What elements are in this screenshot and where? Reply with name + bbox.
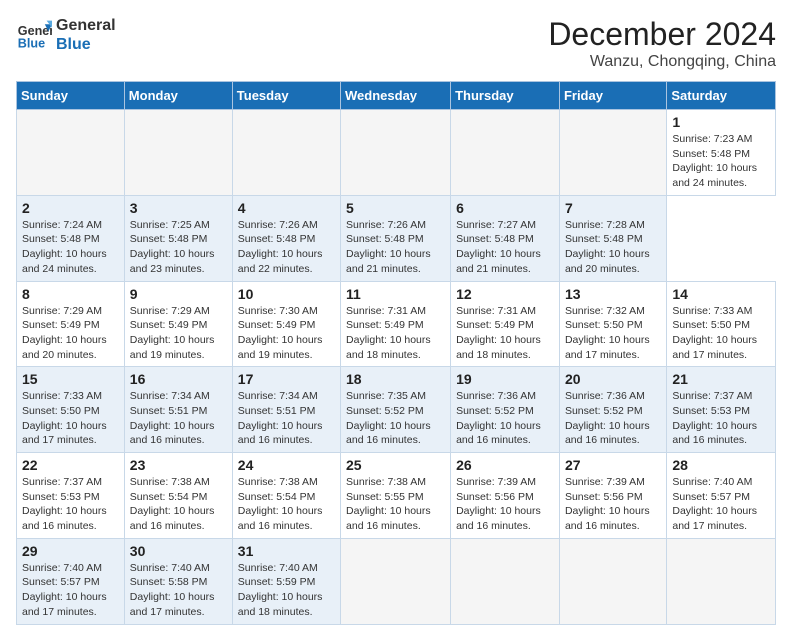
logo-general-text: General xyxy=(56,17,116,34)
col-sunday: Sunday xyxy=(17,82,125,110)
table-cell-empty xyxy=(451,110,560,196)
table-cell-day: 12 Sunrise: 7:31 AMSunset: 5:49 PMDaylig… xyxy=(451,281,560,367)
table-cell-day: 17 Sunrise: 7:34 AMSunset: 5:51 PMDaylig… xyxy=(232,367,340,453)
svg-text:Blue: Blue xyxy=(18,37,45,51)
table-cell-day: 14 Sunrise: 7:33 AMSunset: 5:50 PMDaylig… xyxy=(667,281,776,367)
table-cell-day: 24 Sunrise: 7:38 AMSunset: 5:54 PMDaylig… xyxy=(232,453,340,539)
table-cell-day: 30 Sunrise: 7:40 AMSunset: 5:58 PMDaylig… xyxy=(124,538,232,624)
table-cell-empty xyxy=(559,110,666,196)
page-header: General Blue General Blue December 2024 … xyxy=(16,16,776,71)
table-cell-day: 5 Sunrise: 7:26 AMSunset: 5:48 PMDayligh… xyxy=(341,195,451,281)
table-cell-day: 2 Sunrise: 7:24 AMSunset: 5:48 PMDayligh… xyxy=(17,195,125,281)
col-saturday: Saturday xyxy=(667,82,776,110)
col-wednesday: Wednesday xyxy=(341,82,451,110)
table-cell-day: 21 Sunrise: 7:37 AMSunset: 5:53 PMDaylig… xyxy=(667,367,776,453)
table-cell-empty xyxy=(124,110,232,196)
table-cell-day: 4 Sunrise: 7:26 AMSunset: 5:48 PMDayligh… xyxy=(232,195,340,281)
title-block: December 2024 Wanzu, Chongqing, China xyxy=(548,16,776,71)
month-title: December 2024 xyxy=(548,16,776,53)
table-cell-day: 10 Sunrise: 7:30 AMSunset: 5:49 PMDaylig… xyxy=(232,281,340,367)
table-row: 1 Sunrise: 7:23 AMSunset: 5:48 PMDayligh… xyxy=(17,110,776,196)
logo-blue-text: Blue xyxy=(56,36,91,53)
table-cell-day: 19 Sunrise: 7:36 AMSunset: 5:52 PMDaylig… xyxy=(451,367,560,453)
table-cell-day: 13 Sunrise: 7:32 AMSunset: 5:50 PMDaylig… xyxy=(559,281,666,367)
table-cell-day: 29 Sunrise: 7:40 AMSunset: 5:57 PMDaylig… xyxy=(17,538,125,624)
table-cell-day: 22 Sunrise: 7:37 AMSunset: 5:53 PMDaylig… xyxy=(17,453,125,539)
col-thursday: Thursday xyxy=(451,82,560,110)
table-cell-day: 8 Sunrise: 7:29 AMSunset: 5:49 PMDayligh… xyxy=(17,281,125,367)
table-cell-empty xyxy=(17,110,125,196)
table-row: 8 Sunrise: 7:29 AMSunset: 5:49 PMDayligh… xyxy=(17,281,776,367)
table-cell-day: 28 Sunrise: 7:40 AMSunset: 5:57 PMDaylig… xyxy=(667,453,776,539)
table-cell-day: 15 Sunrise: 7:33 AMSunset: 5:50 PMDaylig… xyxy=(17,367,125,453)
table-cell-day: 26 Sunrise: 7:39 AMSunset: 5:56 PMDaylig… xyxy=(451,453,560,539)
table-cell-day: 31 Sunrise: 7:40 AMSunset: 5:59 PMDaylig… xyxy=(232,538,340,624)
table-cell-day: 1 Sunrise: 7:23 AMSunset: 5:48 PMDayligh… xyxy=(667,110,776,196)
table-cell-day: 3 Sunrise: 7:25 AMSunset: 5:48 PMDayligh… xyxy=(124,195,232,281)
table-cell-empty xyxy=(667,538,776,624)
table-cell-empty xyxy=(341,110,451,196)
table-cell-day: 16 Sunrise: 7:34 AMSunset: 5:51 PMDaylig… xyxy=(124,367,232,453)
table-row: 22 Sunrise: 7:37 AMSunset: 5:53 PMDaylig… xyxy=(17,453,776,539)
table-row: 15 Sunrise: 7:33 AMSunset: 5:50 PMDaylig… xyxy=(17,367,776,453)
col-tuesday: Tuesday xyxy=(232,82,340,110)
table-cell-day: 7 Sunrise: 7:28 AMSunset: 5:48 PMDayligh… xyxy=(559,195,666,281)
table-cell-day: 9 Sunrise: 7:29 AMSunset: 5:49 PMDayligh… xyxy=(124,281,232,367)
table-row: 2 Sunrise: 7:24 AMSunset: 5:48 PMDayligh… xyxy=(17,195,776,281)
table-cell-day: 27 Sunrise: 7:39 AMSunset: 5:56 PMDaylig… xyxy=(559,453,666,539)
table-cell-day: 18 Sunrise: 7:35 AMSunset: 5:52 PMDaylig… xyxy=(341,367,451,453)
table-cell-day: 25 Sunrise: 7:38 AMSunset: 5:55 PMDaylig… xyxy=(341,453,451,539)
table-cell-day: 20 Sunrise: 7:36 AMSunset: 5:52 PMDaylig… xyxy=(559,367,666,453)
table-cell-day: 6 Sunrise: 7:27 AMSunset: 5:48 PMDayligh… xyxy=(451,195,560,281)
table-cell-day: 11 Sunrise: 7:31 AMSunset: 5:49 PMDaylig… xyxy=(341,281,451,367)
table-cell-empty xyxy=(559,538,666,624)
calendar-table: Sunday Monday Tuesday Wednesday Thursday… xyxy=(16,81,776,625)
col-friday: Friday xyxy=(559,82,666,110)
location: Wanzu, Chongqing, China xyxy=(548,53,776,71)
col-monday: Monday xyxy=(124,82,232,110)
table-row: 29 Sunrise: 7:40 AMSunset: 5:57 PMDaylig… xyxy=(17,538,776,624)
table-cell-empty xyxy=(451,538,560,624)
table-cell-empty xyxy=(341,538,451,624)
table-cell-day: 23 Sunrise: 7:38 AMSunset: 5:54 PMDaylig… xyxy=(124,453,232,539)
logo: General Blue General Blue xyxy=(16,16,116,54)
logo-icon: General Blue xyxy=(16,17,52,53)
table-cell-empty xyxy=(232,110,340,196)
